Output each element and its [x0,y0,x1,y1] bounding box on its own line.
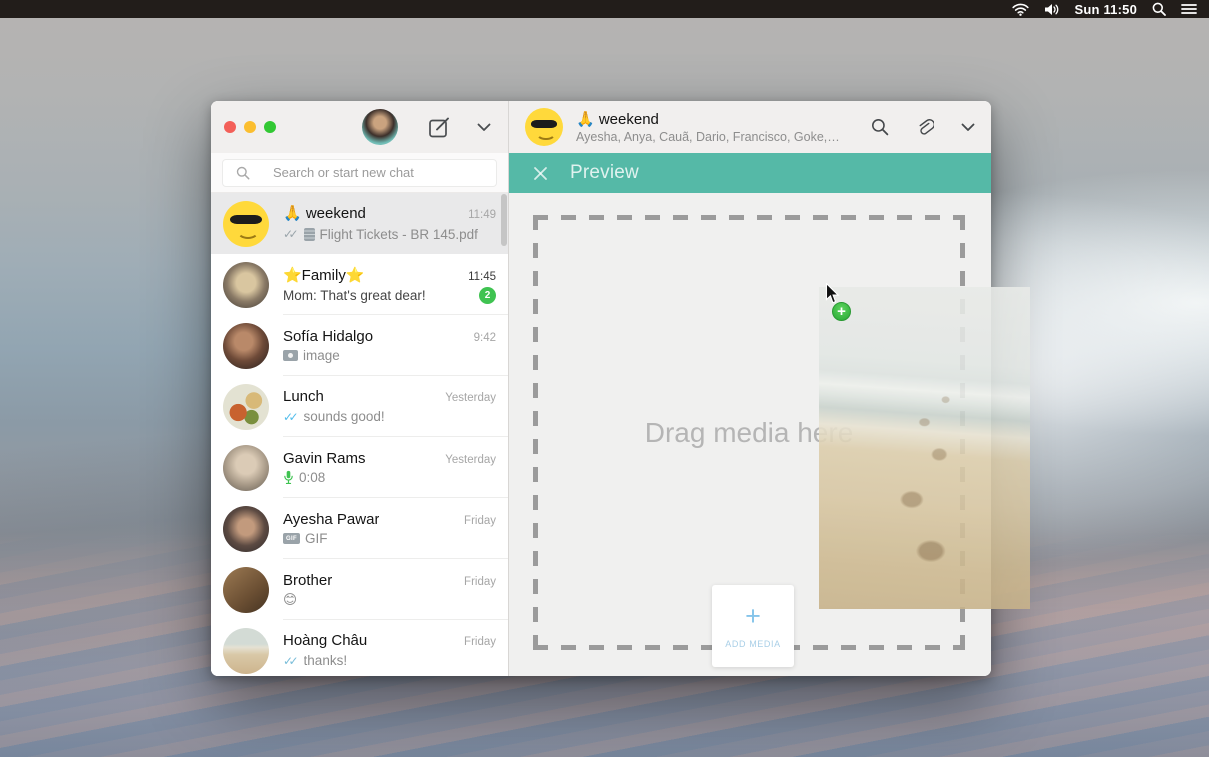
chevron-down-icon[interactable] [477,123,491,132]
user-profile-avatar[interactable] [362,109,398,145]
chat-list-item-gavin[interactable]: Gavin Rams Yesterday 0:08 [211,437,508,498]
chat-name: ⭐Family⭐ [283,266,365,284]
close-window-button[interactable] [224,121,236,133]
conversation-titles: 🙏 weekend Ayesha, Anya, Cauã, Dario, Fra… [576,110,841,144]
search-input[interactable] [250,165,496,180]
new-chat-icon[interactable] [428,116,451,139]
search-box[interactable] [222,159,497,187]
menu-clock[interactable]: Sun 11:50 [1075,2,1138,17]
conversation-header: 🙏 weekend Ayesha, Anya, Cauã, Dario, Fra… [509,101,991,153]
search-in-chat-icon[interactable] [871,118,889,136]
dragged-media-thumbnail[interactable] [819,287,1030,609]
preview-title: Preview [570,162,639,184]
chat-preview: Flight Tickets - BR 145.pdf [320,227,478,242]
chat-list-item-lunch[interactable]: Lunch Yesterday sounds good! [211,376,508,437]
chat-name: 🙏 weekend [283,204,366,222]
attach-paperclip-icon[interactable] [916,118,934,137]
avatar [223,445,269,491]
chat-time: Friday [464,515,496,527]
add-media-label: ADD MEDIA [725,639,780,649]
avatar [223,323,269,369]
chevron-down-icon[interactable] [961,123,975,132]
close-preview-icon[interactable] [533,166,548,181]
chat-time: 11:49 [468,209,496,221]
search-row [211,153,508,193]
spotlight-search-icon[interactable] [1152,2,1166,16]
gif-icon [283,533,300,544]
chat-list-item-ayesha[interactable]: Ayesha Pawar Friday GIF [211,498,508,559]
avatar [223,506,269,552]
read-receipt-icon [283,225,299,243]
add-media-button[interactable]: + ADD MEDIA [712,585,794,667]
chat-preview: GIF [305,531,328,546]
chat-time: Friday [464,576,496,588]
chat-list-item-brother[interactable]: Brother Friday 😊 [211,559,508,620]
chat-preview: thanks! [304,653,348,668]
chat-name: Brother [283,572,332,589]
chat-list-item-family[interactable]: ⭐Family⭐ 11:45 Mom: That's great dear! 2 [211,254,508,315]
chat-list-item-weekend[interactable]: 🙏 weekend 11:49 Flight Tickets - BR 145.… [211,193,508,254]
chat-preview: 😊 [283,592,297,608]
avatar [223,384,269,430]
chat-name: Sofía Hidalgo [283,328,373,345]
chat-time: Yesterday [445,392,496,404]
window-controls [224,121,276,133]
zoom-window-button[interactable] [264,121,276,133]
chat-time: 11:45 [468,271,496,283]
microphone-icon [283,470,294,485]
drag-add-plus-badge [832,302,851,321]
chat-preview: sounds good! [304,409,385,424]
document-icon [304,228,315,241]
chat-preview: 0:08 [299,470,325,485]
chat-preview: image [303,348,340,363]
chat-preview: Mom: That's great dear! [283,288,426,303]
chat-name: Lunch [283,388,324,405]
chat-time: Yesterday [445,454,496,466]
menu-bar: Sun 11:50 [0,0,1209,18]
unread-count-badge: 2 [479,287,496,304]
sunglasses-emoji-avatar[interactable] [525,108,563,146]
conversation-members: Ayesha, Anya, Cauã, Dario, Francisco, Go… [576,130,841,144]
conversation-title: 🙏 weekend [576,110,841,128]
chat-name: Gavin Rams [283,450,366,467]
search-icon [236,166,250,180]
chat-list-item-sofia[interactable]: Sofía Hidalgo 9:42 image [211,315,508,376]
plus-icon: + [745,603,761,630]
chat-name: Ayesha Pawar [283,511,379,528]
preview-bar: Preview [509,153,991,193]
wifi-icon[interactable] [1012,3,1029,16]
scrollbar-thumb[interactable] [501,194,507,246]
camera-icon [283,350,298,361]
avatar [223,628,269,674]
chat-time: 9:42 [474,332,496,344]
chat-list: 🙏 weekend 11:49 Flight Tickets - BR 145.… [211,193,508,676]
avatar [223,262,269,308]
minimize-window-button[interactable] [244,121,256,133]
chat-name: Hoàng Châu [283,632,367,649]
chat-list-item-hoang[interactable]: Hoàng Châu Friday thanks! [211,620,508,676]
read-receipt-icon [283,652,299,670]
notification-center-icon[interactable] [1181,3,1197,15]
chat-time: Friday [464,636,496,648]
sunglasses-emoji-avatar [223,201,269,247]
read-receipt-icon [283,408,299,426]
chat-sidebar: 🙏 weekend 11:49 Flight Tickets - BR 145.… [211,101,509,676]
sidebar-header [211,101,508,153]
avatar [223,567,269,613]
volume-icon[interactable] [1044,3,1060,16]
